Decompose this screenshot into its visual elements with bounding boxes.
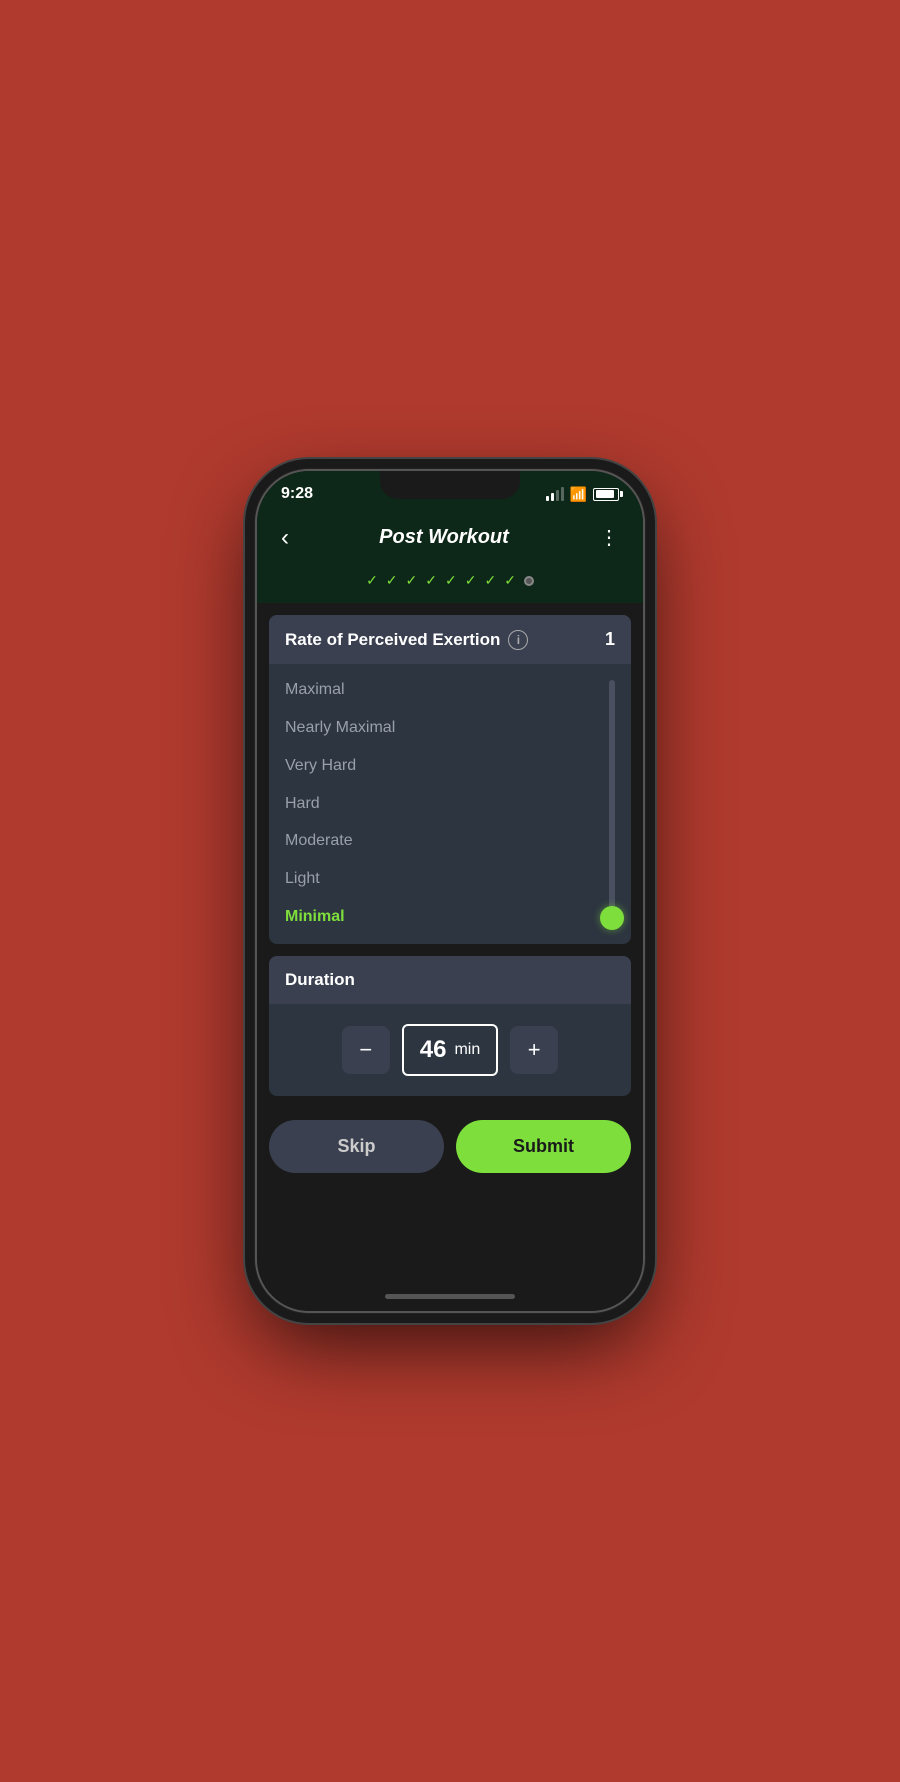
progress-bar: ✓ ✓ ✓ ✓ ✓ ✓ ✓ ✓ — [257, 568, 643, 603]
rpe-body: Maximal Nearly Maximal Very Hard Hard Mo… — [269, 664, 631, 944]
progress-check-2: ✓ — [386, 572, 398, 589]
duration-title: Duration — [285, 970, 355, 989]
back-button[interactable]: ‹ — [277, 522, 293, 554]
info-icon[interactable]: i — [508, 630, 528, 650]
home-bar — [385, 1294, 515, 1299]
duration-body: − 46 min + — [269, 1004, 631, 1096]
bottom-actions: Skip Submit — [257, 1108, 643, 1193]
rpe-label-maximal: Maximal — [285, 680, 593, 701]
status-bar: 9:28 📶 — [257, 471, 643, 511]
duration-minus-button[interactable]: − — [342, 1026, 390, 1074]
rpe-card: Rate of Perceived Exertion i 1 Maximal N… — [269, 615, 631, 944]
duration-card: Duration − 46 min + — [269, 956, 631, 1096]
phone-frame: 9:28 📶 ‹ Post Workout ⋮ ✓ ✓ ✓ ✓ ✓ — [255, 469, 645, 1313]
progress-check-8: ✓ — [504, 572, 516, 589]
wifi-icon: 📶 — [570, 486, 587, 503]
time-display: 9:28 — [281, 485, 313, 503]
header: ‹ Post Workout ⋮ — [257, 511, 643, 568]
duration-plus-button[interactable]: + — [510, 1026, 558, 1074]
duration-unit: min — [454, 1041, 480, 1059]
progress-check-1: ✓ — [366, 572, 378, 589]
phone-screen: 9:28 📶 ‹ Post Workout ⋮ ✓ ✓ ✓ ✓ ✓ — [257, 471, 643, 1311]
rpe-slider-thumb[interactable] — [600, 906, 624, 930]
progress-check-3: ✓ — [406, 572, 418, 589]
duration-display: 46 min — [402, 1024, 498, 1076]
rpe-card-header: Rate of Perceived Exertion i 1 — [269, 615, 631, 664]
rpe-label-moderate: Moderate — [285, 831, 593, 852]
status-icons: 📶 — [546, 486, 619, 503]
notch — [380, 471, 520, 499]
progress-check-5: ✓ — [445, 572, 457, 589]
rpe-title: Rate of Perceived Exertion — [285, 630, 500, 650]
home-indicator — [257, 1286, 643, 1311]
submit-button[interactable]: Submit — [456, 1120, 631, 1173]
rpe-labels: Maximal Nearly Maximal Very Hard Hard Mo… — [285, 680, 593, 928]
rpe-label-nearly-maximal: Nearly Maximal — [285, 718, 593, 739]
rpe-label-hard: Hard — [285, 794, 593, 815]
duration-value: 46 — [420, 1036, 447, 1064]
duration-header: Duration — [269, 956, 631, 1004]
signal-icon — [546, 487, 564, 501]
skip-button[interactable]: Skip — [269, 1120, 444, 1173]
rpe-label-minimal: Minimal — [285, 907, 593, 928]
rpe-header-left: Rate of Perceived Exertion i — [285, 630, 528, 650]
progress-check-7: ✓ — [484, 572, 496, 589]
rpe-slider[interactable] — [609, 680, 615, 928]
rpe-label-light: Light — [285, 869, 593, 890]
menu-button[interactable]: ⋮ — [595, 521, 623, 554]
progress-check-6: ✓ — [465, 572, 477, 589]
progress-check-4: ✓ — [425, 572, 437, 589]
main-content: Rate of Perceived Exertion i 1 Maximal N… — [257, 603, 643, 1286]
page-title: Post Workout — [379, 526, 509, 549]
rpe-value: 1 — [605, 629, 615, 650]
battery-icon — [593, 488, 619, 501]
progress-dot-current — [524, 576, 534, 586]
rpe-label-very-hard: Very Hard — [285, 756, 593, 777]
